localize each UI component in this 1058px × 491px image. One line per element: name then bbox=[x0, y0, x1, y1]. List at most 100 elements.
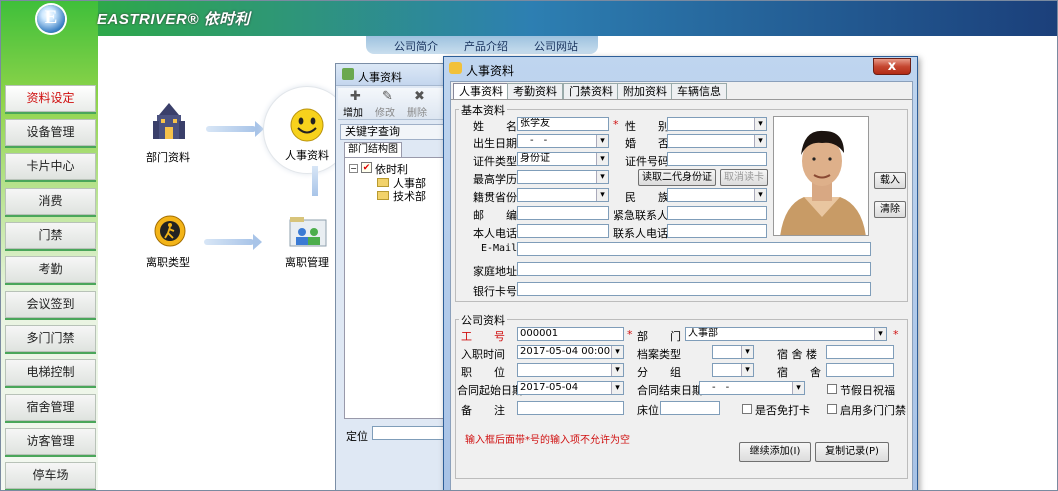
nav-website[interactable]: 公司网站 bbox=[534, 38, 578, 54]
contact-phone-input[interactable] bbox=[667, 224, 767, 238]
required-star: * bbox=[893, 328, 899, 341]
sidebar-item-meeting[interactable]: 会议签到 bbox=[5, 291, 96, 318]
email-input[interactable] bbox=[517, 242, 871, 256]
dept-label: 部 门 bbox=[637, 330, 681, 343]
dept-select[interactable]: 人事部 bbox=[685, 327, 887, 341]
sex-label: 性 别 bbox=[625, 120, 669, 133]
married-select[interactable] bbox=[667, 134, 767, 148]
join-date-label: 入职时间 bbox=[461, 348, 505, 361]
edit-icon: ✎ bbox=[382, 89, 393, 104]
tab-attendance[interactable]: 考勤资料 bbox=[507, 83, 563, 99]
building-icon[interactable] bbox=[151, 101, 187, 145]
company-info-legend: 公司资料 bbox=[459, 312, 507, 328]
contract-end-label: 合同结束日期 bbox=[637, 384, 703, 397]
birth-select[interactable]: - - bbox=[517, 134, 609, 148]
zip-label: 邮 编 bbox=[473, 209, 517, 222]
leave-mgmt-label: 离职管理 bbox=[285, 256, 329, 269]
sidebar-item-dorm[interactable]: 宿舍管理 bbox=[5, 394, 96, 421]
sidebar-item-visitor[interactable]: 访客管理 bbox=[5, 428, 96, 455]
nav-products[interactable]: 产品介绍 bbox=[464, 38, 508, 54]
bed-input[interactable] bbox=[660, 401, 720, 415]
holiday-checkbox[interactable] bbox=[827, 384, 837, 394]
email-label: E-Mail bbox=[481, 243, 518, 254]
dialog-body: 人事资料 考勤资料 门禁资料 附加资料 车辆信息 基本资料 姓 名 张学友 * … bbox=[450, 81, 913, 490]
nation-select[interactable] bbox=[667, 188, 767, 202]
cancel-read-button[interactable]: 取消读卡 bbox=[720, 169, 768, 186]
zip-input[interactable] bbox=[517, 206, 609, 220]
arrow-right-icon bbox=[204, 234, 262, 250]
sidebar-item-elevator[interactable]: 电梯控制 bbox=[5, 359, 96, 386]
no-punch-label: 是否免打卡 bbox=[755, 404, 810, 417]
phone-input[interactable] bbox=[517, 224, 609, 238]
edu-label: 最高学历 bbox=[473, 173, 517, 186]
group-label: 分 组 bbox=[637, 366, 681, 379]
tab-dept-tree[interactable]: 部门结构图 bbox=[344, 142, 402, 157]
clear-photo-button[interactable]: 清除 bbox=[874, 201, 906, 218]
employee-photo bbox=[773, 116, 869, 236]
bank-label: 银行卡号 bbox=[473, 285, 517, 298]
province-select[interactable] bbox=[517, 188, 609, 202]
nav-company-intro[interactable]: 公司简介 bbox=[394, 38, 438, 54]
idno-input[interactable] bbox=[667, 152, 767, 166]
back-window-title: 人事资料 bbox=[358, 71, 402, 84]
checkbox-icon[interactable]: ✔ bbox=[361, 162, 372, 173]
room-input[interactable] bbox=[826, 363, 894, 377]
archive-type-label: 档案类型 bbox=[637, 348, 681, 361]
note-input[interactable] bbox=[517, 401, 624, 415]
multidoor-checkbox[interactable] bbox=[827, 404, 837, 414]
eastriver-logo-icon: E bbox=[37, 5, 65, 33]
tab-vehicle[interactable]: 车辆信息 bbox=[671, 83, 727, 99]
sidebar-item-parking[interactable]: 停车场 bbox=[5, 462, 96, 489]
folder-icon bbox=[377, 178, 389, 187]
sidebar-item-device[interactable]: 设备管理 bbox=[5, 119, 96, 146]
sidebar-item-consume[interactable]: 消费 bbox=[5, 188, 96, 215]
person-label: 人事资料 bbox=[285, 149, 329, 162]
sex-select[interactable] bbox=[667, 117, 767, 131]
sidebar-item-multidoor[interactable]: 多门门禁 bbox=[5, 325, 96, 352]
copy-record-button[interactable]: 复制记录(P) bbox=[815, 442, 889, 462]
dorm-input[interactable] bbox=[826, 345, 894, 359]
leave-type-icon[interactable] bbox=[153, 214, 187, 248]
contract-end-select[interactable]: - - bbox=[699, 381, 805, 395]
close-button[interactable]: x bbox=[873, 58, 911, 75]
edit-button[interactable]: 修改 bbox=[375, 104, 395, 119]
locate-label: 定位 bbox=[346, 430, 368, 443]
sidebar-item-data-settings[interactable]: 资料设定 bbox=[5, 85, 96, 112]
position-label: 职 位 bbox=[461, 366, 505, 379]
dorm-label: 宿 舍 楼 bbox=[777, 348, 817, 361]
no-punch-checkbox[interactable] bbox=[742, 404, 752, 414]
add-button[interactable]: 增加 bbox=[343, 104, 363, 119]
bank-input[interactable] bbox=[517, 282, 871, 296]
sidebar-item-attendance[interactable]: 考勤 bbox=[5, 256, 96, 283]
emergency-contact-input[interactable] bbox=[667, 206, 767, 220]
tab-door[interactable]: 门禁资料 bbox=[563, 83, 619, 99]
tab-personnel[interactable]: 人事资料 bbox=[453, 83, 509, 99]
address-label: 家庭地址 bbox=[473, 265, 517, 278]
dept-label: 部门资料 bbox=[146, 151, 190, 164]
edu-select[interactable] bbox=[517, 170, 609, 184]
read-idcard-button[interactable]: 读取二代身份证 bbox=[638, 169, 716, 186]
sidebar-item-card[interactable]: 卡片中心 bbox=[5, 153, 96, 180]
idtype-select[interactable]: 身份证 bbox=[517, 152, 609, 166]
brand-title: EASTRIVER® 依时利 bbox=[97, 11, 251, 28]
continue-add-button[interactable]: 继续添加(I) bbox=[739, 442, 811, 462]
holiday-label: 节假日祝福 bbox=[840, 384, 895, 397]
contract-start-select[interactable]: 2017-05-04 bbox=[517, 381, 624, 395]
sidebar-item-door[interactable]: 门禁 bbox=[5, 222, 96, 249]
delete-button[interactable]: 删除 bbox=[407, 104, 427, 119]
collapse-icon[interactable]: − bbox=[349, 164, 358, 173]
position-select[interactable] bbox=[517, 363, 624, 377]
join-date-select[interactable]: 2017-05-04 00:00:00 bbox=[517, 345, 624, 359]
smiley-icon[interactable] bbox=[289, 107, 325, 143]
group-select[interactable] bbox=[712, 363, 754, 377]
tab-extra[interactable]: 附加资料 bbox=[617, 83, 673, 99]
load-photo-button[interactable]: 载入 bbox=[874, 172, 906, 189]
leave-mgmt-icon[interactable] bbox=[289, 216, 327, 248]
name-input[interactable]: 张学友 bbox=[517, 117, 609, 131]
dialog-title: 人事资料 bbox=[466, 64, 515, 78]
archive-type-select[interactable] bbox=[712, 345, 754, 359]
tree-item[interactable]: 技术部 bbox=[393, 188, 426, 204]
address-input[interactable] bbox=[517, 262, 871, 276]
nation-label: 民 族 bbox=[625, 191, 669, 204]
workno-input[interactable]: 000001 bbox=[517, 327, 624, 341]
